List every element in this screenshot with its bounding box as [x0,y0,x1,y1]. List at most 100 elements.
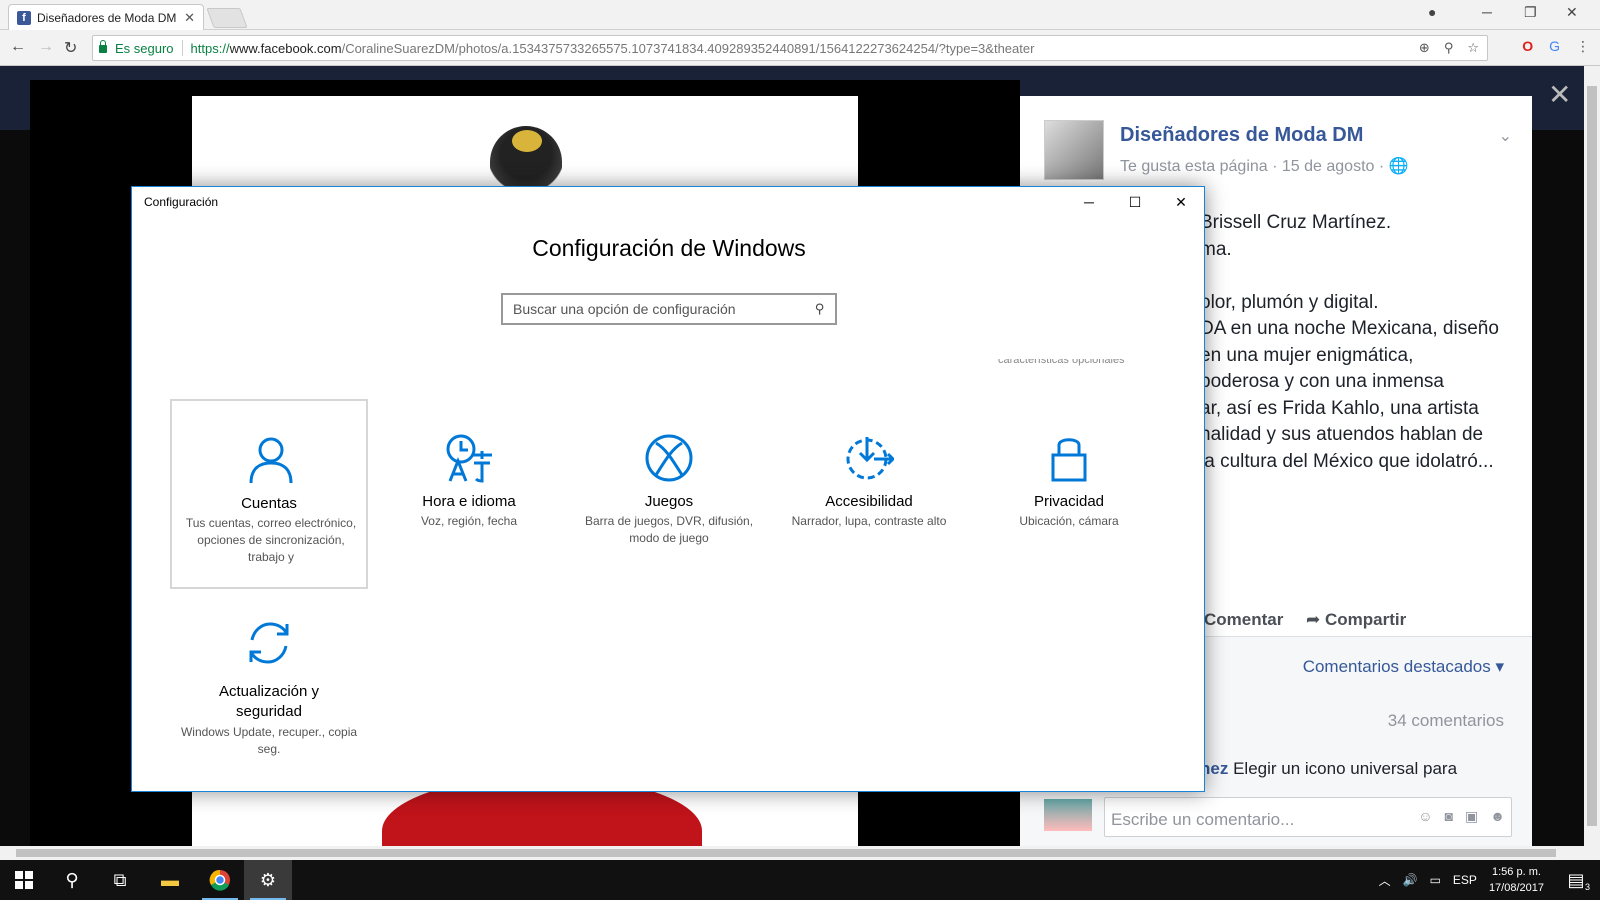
settings-maximize-icon[interactable]: ☐ [1112,189,1158,215]
address-bar[interactable]: Es seguro https://www.facebook.com/Coral… [92,35,1488,61]
pin-icon[interactable]: ⚲ [1444,40,1454,56]
volume-icon[interactable]: 🔊 [1403,873,1418,887]
post-options-chevron-icon[interactable]: ⌄ [1499,126,1512,146]
comment-input[interactable]: Escribe un comentario... ☺ ◙ ▣ ☻ [1104,797,1512,837]
clock[interactable]: 1:56 p. m. 17/08/2017 [1489,864,1544,896]
user-avatar[interactable] [1044,799,1092,831]
settings-search-input[interactable]: Buscar una opción de configuración ⚲ [501,293,837,325]
secure-indicator[interactable]: Es seguro [93,40,174,56]
network-icon[interactable]: ▭ [1430,873,1441,887]
search-icon[interactable]: ⚲ [815,301,825,317]
comment-item: hez Elegir un icono universal para [1200,759,1457,779]
opera-extension-icon[interactable]: O [1522,38,1533,55]
tile-label: Accesibilidad [825,493,913,510]
tile-description: Tus cuentas, correo electrónico, opcione… [185,516,357,564]
tile-label: Actualización y seguridad [218,683,320,720]
profile-icon[interactable]: ● [1428,4,1436,20]
tile-hora-e-idioma[interactable]: Hora e idioma Voz, región, fecha [370,399,568,589]
clock-time: 1:56 p. m. [1492,866,1541,878]
post-line: DA en una noche Mexicana, diseño [1200,318,1499,339]
tab-close-icon[interactable]: ✕ [184,10,195,26]
settings-taskbar-button[interactable]: ⚙ [244,860,292,900]
forward-icon[interactable]: → [38,38,54,56]
show-hidden-icons-chevron-icon[interactable]: ︿ [1379,872,1391,889]
restore-browser-icon[interactable]: ❐ [1524,4,1537,21]
input-language[interactable]: ESP [1453,873,1477,887]
system-tray: ︿ 🔊 ▭ ESP 1:56 p. m. 17/08/2017 [1379,860,1544,900]
tile-juegos[interactable]: Juegos Barra de juegos, DVR, difusión, m… [570,399,768,589]
close-browser-icon[interactable]: ✕ [1566,4,1578,21]
bookmark-star-icon[interactable]: ☆ [1467,40,1479,56]
page-meta-text: Te gusta esta página · 15 de agosto · [1120,158,1389,175]
notification-icon: ▤ [1567,869,1585,890]
new-tab-button[interactable] [206,8,248,28]
theater-close-icon[interactable]: ✕ [1548,78,1571,111]
tile-actualizacion-y-seguridad[interactable]: Actualización y seguridad Windows Update… [170,592,368,782]
lock-icon [1051,438,1087,482]
comment-count[interactable]: 34 comentarios [1388,711,1504,731]
post-line: nalidad y sus atuendos hablan de [1200,424,1484,445]
settings-minimize-icon[interactable]: ─ [1066,189,1112,215]
url-text[interactable]: https://www.facebook.com/CoralineSuarezD… [191,41,1035,56]
post-line: Brissell Cruz Martínez. [1200,212,1392,233]
tile-label: Privacidad [1033,493,1105,510]
page-name-link[interactable]: Diseñadores de Moda DM [1120,124,1363,147]
page-avatar[interactable] [1044,120,1104,180]
translate-extension-icon[interactable]: G [1549,38,1560,55]
gear-icon: ⚙ [259,869,277,890]
tile-privacidad[interactable]: Privacidad Ubicación, cámara [970,399,1168,589]
tile-cuentas[interactable]: Cuentas Tus cuentas, correo electrónico,… [170,399,368,589]
minimize-browser-icon[interactable]: ─ [1482,4,1492,20]
tile-accesibilidad[interactable]: Accesibilidad Narrador, lupa, contraste … [770,399,968,589]
gif-icon[interactable]: ▣ [1465,808,1478,825]
illustration-headdress [512,130,542,152]
omnibox-divider [181,40,183,56]
browser-menu-icon[interactable]: ⋮ [1576,38,1590,55]
xbox-icon [645,434,693,482]
browser-tab[interactable]: f Diseñadores de Moda DM ✕ [8,4,204,30]
vertical-scrollbar[interactable] [1584,66,1600,846]
browser-tab-bar: f Diseñadores de Moda DM ✕ ● ─ ❐ ✕ [0,0,1600,30]
tile-description: Barra de juegos, DVR, difusión, modo de … [584,514,754,545]
action-center-button[interactable]: ▤ 3 [1552,860,1600,900]
tile-description: Ubicación, cámara [1019,514,1119,528]
search-button[interactable]: ⚲ [48,860,96,900]
settings-window-title: Configuración [144,195,219,209]
tile-description: Narrador, lupa, contraste alto [791,514,947,528]
featured-comments-dropdown[interactable]: Comentarios destacados ▾ [1303,657,1504,677]
clock-date: 17/08/2017 [1488,882,1544,894]
sticker-icon[interactable]: ☻ [1490,808,1505,825]
horizontal-scrollbar-thumb[interactable] [16,849,1556,857]
globe-icon: 🌐 [1388,158,1409,175]
reload-icon[interactable]: ↻ [64,38,77,58]
tile-label: Juegos [644,493,694,510]
back-icon[interactable]: ← [10,38,26,56]
windows-logo-icon [15,871,33,889]
tile-description: Voz, región, fecha [420,514,518,528]
secure-lock-icon [99,40,107,53]
post-text: Brissell Cruz Martínez. ma. olor, plumón… [1200,210,1530,475]
share-arrow-icon: ➦ [1306,610,1325,629]
secure-label: Es seguro [115,40,174,56]
vertical-scrollbar-thumb[interactable] [1587,86,1597,826]
windows-settings-window: Configuración ─ ☐ ✕ Configuración de Win… [131,186,1205,792]
ease-of-access-icon [846,437,894,480]
zoom-icon[interactable]: ⊕ [1419,40,1430,56]
comment-button[interactable]: Comentar [1204,610,1283,630]
share-button[interactable]: ➦ Compartir [1306,610,1406,630]
task-view-button[interactable]: ⧉ [96,860,144,900]
camera-icon[interactable]: ◙ [1445,808,1453,825]
settings-close-icon[interactable]: ✕ [1158,189,1204,215]
update-icon [249,622,289,664]
windows-taskbar: ⚲ ⧉ ▬ ⚙ ︿ 🔊 ▭ ESP 1:56 p. m. 17/08/2017 … [0,860,1600,900]
post-line: ar, así es Frida Kahlo, una artista [1200,397,1479,419]
horizontal-scrollbar[interactable] [0,846,1600,860]
task-view-icon: ⧉ [113,869,127,890]
emoji-icon[interactable]: ☺ [1418,808,1432,825]
chrome-button[interactable] [196,860,244,900]
tile-description: Windows Update, recuper., copia seg. [180,725,358,756]
folder-icon: ▬ [161,869,179,890]
file-explorer-button[interactable]: ▬ [146,860,194,900]
start-button[interactable] [0,860,48,900]
comment-text: Elegir un icono universal para [1233,759,1458,778]
